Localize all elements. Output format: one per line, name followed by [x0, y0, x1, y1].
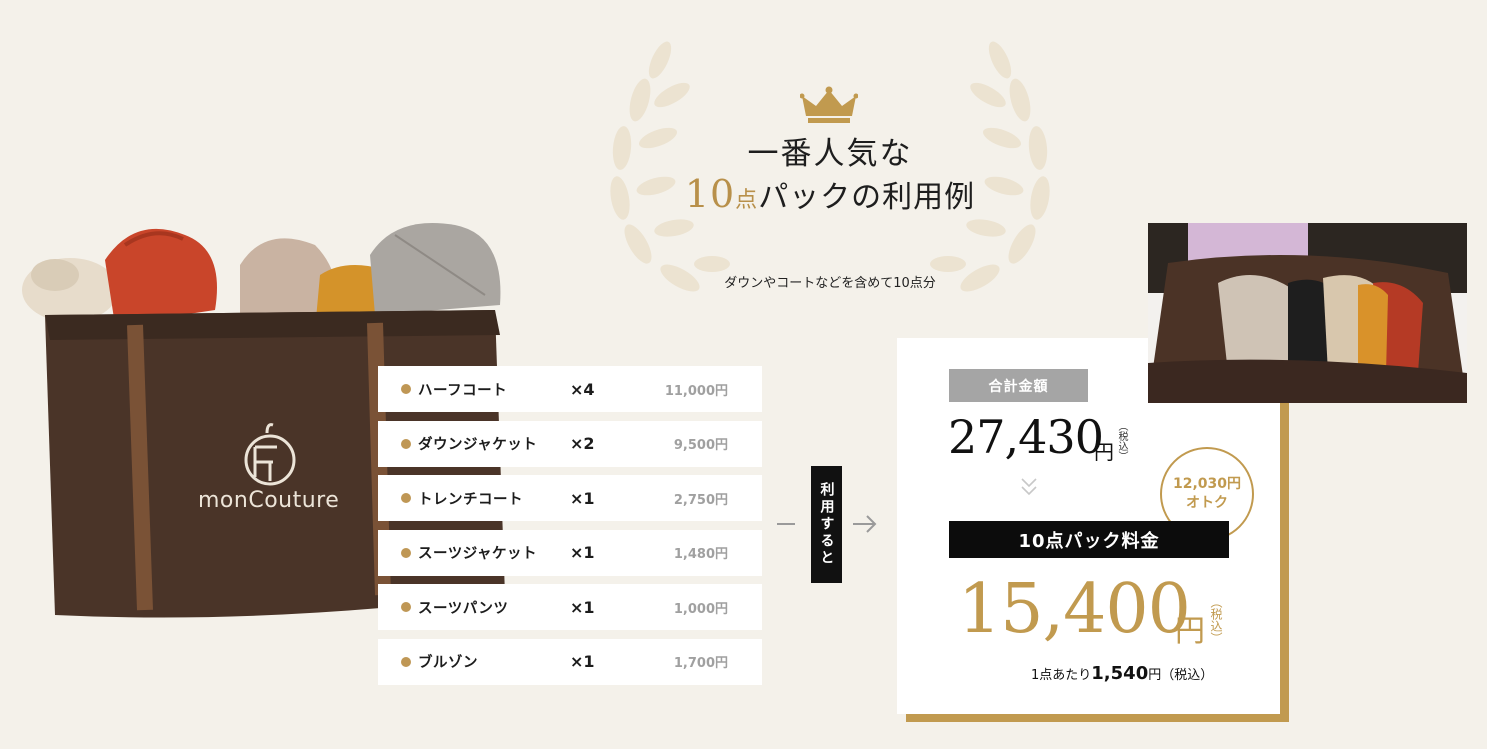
bullet-icon: [401, 547, 411, 558]
list-item: ダウンジャケット ×2 9,500円: [378, 420, 762, 467]
item-quantity: ×4: [570, 379, 595, 399]
per-item-prefix: 1点あたり: [1031, 668, 1092, 683]
pack-price-label: 10点パック料金: [949, 521, 1229, 558]
item-name: スーツパンツ: [418, 600, 509, 617]
crown-icon: [800, 86, 858, 123]
list-item: ハーフコート ×4 11,000円: [378, 366, 762, 412]
item-name: ハーフコート: [418, 382, 508, 399]
items-list: ハーフコート ×4 11,000円 ダウンジャケット ×2 9,500円 トレン…: [378, 366, 762, 694]
pack-amount: 15,400: [958, 570, 1191, 649]
heading-line2: 10点パックの利用例: [650, 172, 1010, 216]
total-yen: 円: [1094, 440, 1114, 464]
heading-pack-text: パックの利用例: [758, 180, 976, 215]
savings-label: オトク: [1186, 495, 1228, 511]
item-quantity: ×1: [570, 652, 595, 672]
pack-tax-note: （税込）: [1209, 596, 1223, 644]
per-item-price: 1点あたり1,540円（税込）: [1031, 663, 1213, 684]
bullet-icon: [401, 656, 411, 667]
item-price: 1,000円: [673, 601, 728, 617]
bullet-icon: [401, 602, 411, 613]
per-item-suffix: 円（税込）: [1148, 668, 1214, 683]
per-item-amount: 1,540: [1091, 663, 1149, 684]
item-price: 9,500円: [673, 438, 728, 454]
total-amount: 27,430: [948, 410, 1104, 464]
heading-line1: 一番人気な: [747, 136, 913, 172]
bullet-icon: [401, 438, 411, 449]
item-price: 11,000円: [664, 383, 728, 399]
item-quantity: ×1: [570, 543, 595, 563]
heading-count: 10: [684, 172, 736, 216]
item-price: 1,480円: [673, 547, 728, 563]
list-item: トレンチコート ×1 2,750円: [378, 475, 762, 522]
list-item: ブルゾン ×1 1,700円: [378, 638, 762, 685]
flow-line: [777, 523, 795, 525]
item-price: 2,750円: [673, 492, 728, 508]
total-label: 合計金額: [949, 369, 1088, 402]
item-name: スーツジャケット: [418, 546, 537, 563]
item-name: トレンチコート: [418, 491, 523, 508]
bullet-icon: [401, 384, 411, 394]
item-quantity: ×1: [570, 597, 595, 617]
item-price: 1,700円: [673, 656, 728, 672]
item-name: ブルゾン: [418, 655, 478, 672]
item-quantity: ×2: [570, 434, 595, 454]
total-tax-note: （税込）: [1116, 421, 1127, 461]
item-name: ダウンジャケット: [418, 437, 538, 454]
arrow-right-icon: [853, 515, 877, 533]
pack-yen: 円: [1175, 614, 1205, 649]
list-item: スーツジャケット ×1 1,480円: [378, 529, 762, 576]
item-quantity: ×1: [570, 488, 595, 508]
heading-subline: ダウンやコートなどを含めて10点分: [724, 276, 936, 291]
savings-amount: 12,030円: [1172, 476, 1242, 493]
list-item: スーツパンツ ×1 1,000円: [378, 584, 762, 631]
flow-label: 利用すると: [811, 466, 842, 583]
packing-photo: [1148, 223, 1467, 403]
heading-count-unit: 点: [735, 188, 759, 213]
chevron-down-icon: [1021, 478, 1037, 496]
brand-logo-text: monCouture: [198, 488, 340, 513]
bullet-icon: [401, 493, 411, 504]
